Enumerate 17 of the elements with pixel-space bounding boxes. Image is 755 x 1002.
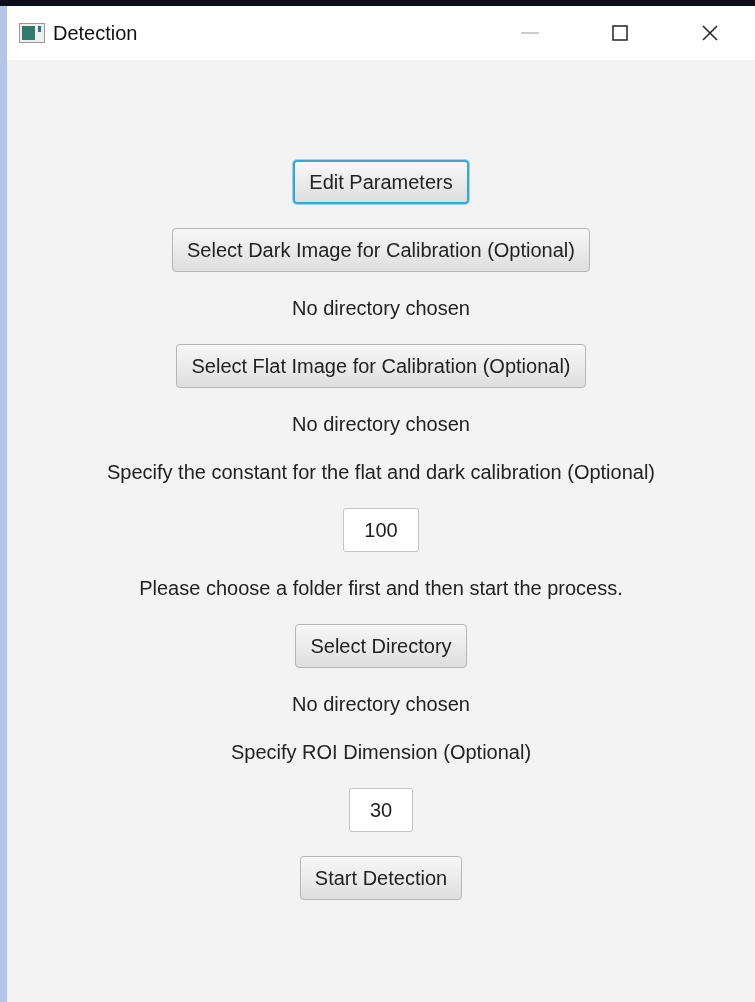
input-field[interactable]: 30 (349, 788, 413, 832)
info-text: Specify ROI Dimension (Optional) (230, 740, 532, 764)
action-button[interactable]: Select Flat Image for Calibration (Optional) (176, 344, 586, 388)
info-text: No directory chosen (292, 692, 470, 716)
info-text: Please choose a folder first and then start the process. (139, 576, 623, 600)
close-icon[interactable] (702, 25, 718, 41)
app-icon (19, 23, 45, 43)
action-button[interactable]: Start Detection (299, 856, 463, 900)
action-button[interactable]: Edit Parameters (293, 160, 469, 204)
input-field[interactable]: 100 (343, 508, 419, 552)
window-title: Detection (53, 21, 139, 45)
action-button[interactable]: Select Dark Image for Calibration (Optional) (172, 228, 590, 272)
info-text: No directory chosen (292, 296, 470, 320)
info-text: No directory chosen (292, 412, 470, 436)
maximize-icon[interactable] (612, 25, 628, 41)
info-text: Specify the constant for the flat and dark calibration (Optional) (106, 460, 656, 484)
action-button[interactable]: Select Directory (295, 624, 467, 668)
